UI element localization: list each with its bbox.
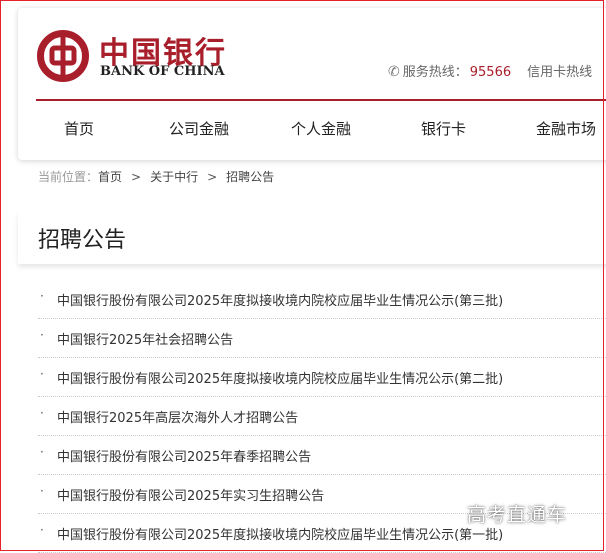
service-hotline: ✆ 服务热线： 95566 信用卡热线 [388, 61, 592, 80]
bullet-icon: · [40, 484, 44, 498]
bullet-icon: · [40, 523, 44, 537]
bullet-icon: · [40, 445, 44, 459]
bank-of-china-logo-icon[interactable] [37, 30, 89, 82]
phone-icon: ✆ [388, 64, 400, 80]
announcement-link[interactable]: 中国银行股份有限公司2025年度拟接收境内院校应届毕业生情况公示(第一批) [57, 524, 503, 543]
bullet-icon: · [40, 328, 44, 342]
breadcrumb-separator: > [207, 170, 218, 184]
announcement-link[interactable]: 中国银行股份有限公司2025年春季招聘公告 [57, 446, 311, 465]
announcement-link[interactable]: 中国银行2025年社会招聘公告 [57, 329, 233, 348]
breadcrumb-home[interactable]: 首页 [98, 170, 122, 184]
announcement-link[interactable]: 中国银行2025年高层次海外人才招聘公告 [57, 407, 298, 426]
watermark: 高考直通车 [467, 504, 568, 526]
hotline-number[interactable]: 95566 [470, 65, 511, 80]
breadcrumb-current: 招聘公告 [226, 170, 275, 184]
header-divider [36, 99, 606, 101]
announcement-link[interactable]: 中国银行股份有限公司2025年度拟接收境内院校应届毕业生情况公示(第三批) [57, 290, 503, 309]
list-item: · 中国银行2025年社会招聘公告 [38, 319, 606, 358]
bullet-icon: · [40, 406, 44, 420]
credit-card-hotline[interactable]: 信用卡热线 [527, 65, 592, 80]
bullet-icon: · [40, 367, 44, 381]
bullet-icon: · [40, 289, 44, 303]
page-title: 招聘公告 [38, 228, 127, 253]
breadcrumb-prefix: 当前位置： [38, 170, 99, 184]
list-item: · 中国银行2025年高层次海外人才招聘公告 [38, 397, 606, 436]
hotline-label: 服务热线： [402, 65, 468, 80]
main-nav: 首页 公司金融 个人金融 银行卡 金融市场 [18, 118, 606, 144]
announcement-link[interactable]: 中国银行股份有限公司2025年实习生招聘公告 [57, 485, 324, 504]
nav-item-personal-banking[interactable]: 个人金融 [291, 118, 351, 139]
breadcrumb-about[interactable]: 关于中行 [150, 170, 198, 184]
nav-item-bank-cards[interactable]: 银行卡 [421, 118, 466, 139]
list-item: · 中国银行股份有限公司2025年度拟接收境内院校应届毕业生情况公示(第三批) [38, 280, 606, 319]
breadcrumb-separator: > [131, 170, 142, 184]
site-header: 中国银行 BANK OF CHINA ✆ 服务热线： 95566 信用卡热线 首页 公… [18, 8, 606, 160]
nav-item-corporate-banking[interactable]: 公司金融 [169, 118, 229, 139]
brand-name-en: BANK OF CHINA [100, 64, 225, 79]
list-item: · 中国银行股份有限公司2025年度拟接收境内院校应届毕业生情况公示(第二批) [38, 358, 606, 397]
nav-item-financial-markets[interactable]: 金融市场 [536, 118, 596, 139]
list-item: · 中国银行股份有限公司2025年春季招聘公告 [38, 436, 606, 475]
nav-item-home[interactable]: 首页 [64, 118, 94, 139]
announcement-link[interactable]: 中国银行股份有限公司2025年度拟接收境内院校应届毕业生情况公示(第二批) [57, 368, 503, 387]
breadcrumb: 当前位置：首页 > 关于中行 > 招聘公告 [38, 168, 274, 185]
